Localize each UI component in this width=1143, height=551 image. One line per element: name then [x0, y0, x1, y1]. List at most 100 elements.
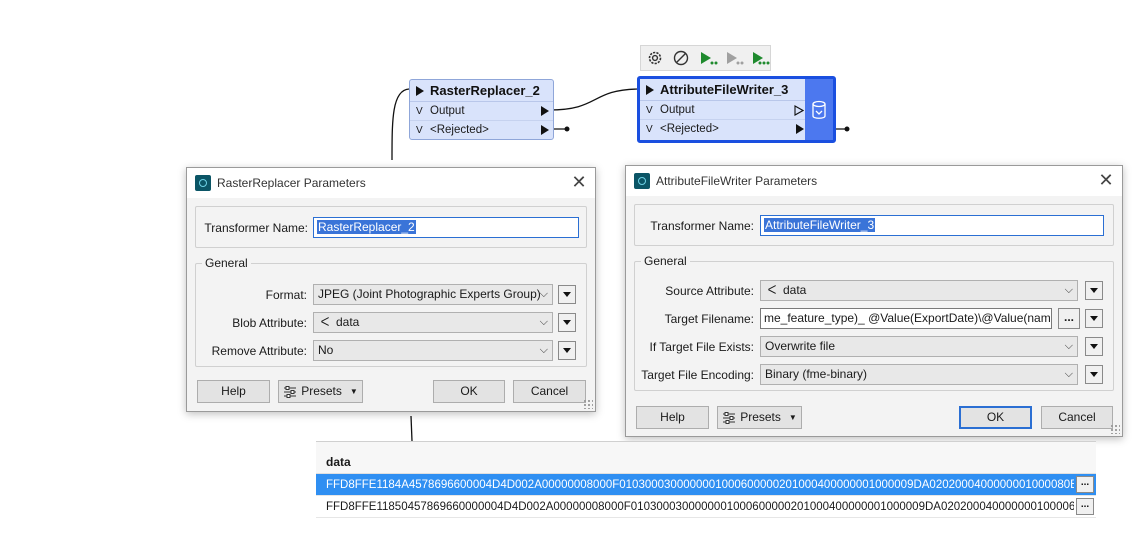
rejected-port[interactable]: V <Rejected> [410, 121, 553, 140]
chevron-down-icon[interactable]: V [416, 121, 423, 140]
transformer-name-input[interactable]: RasterReplacer_2 [313, 217, 579, 238]
input-port-arrow-icon[interactable] [416, 86, 424, 96]
browse-button[interactable]: ... [1058, 308, 1080, 329]
rejected-port[interactable]: V <Rejected> [640, 120, 808, 139]
source-attribute-menu-button[interactable] [1085, 281, 1103, 300]
cancel-button[interactable]: Cancel [1041, 406, 1113, 429]
port-label: Output [660, 104, 695, 116]
output-port[interactable]: V Output [410, 102, 553, 121]
chevron-down-icon[interactable]: V [646, 120, 653, 139]
remove-attribute-select[interactable]: No ⌵ [313, 340, 553, 361]
if-target-file-exists-menu-button[interactable] [1085, 337, 1103, 356]
chevron-down-icon: ⌵ [539, 344, 548, 356]
target-filename-input[interactable]: me_feature_type)_ @Value(ExportDate)\@Va… [760, 308, 1052, 329]
port-label: <Rejected> [430, 124, 489, 136]
transformer-name-group: Transformer Name: AttributeFileWriter_3 [634, 204, 1114, 246]
fme-app-icon [195, 175, 211, 191]
help-button[interactable]: Help [197, 380, 270, 403]
target-file-encoding-select[interactable]: Binary (fme-binary) ⌵ [760, 364, 1078, 385]
input-port-arrow-icon[interactable] [646, 85, 654, 95]
target-file-encoding-label: Target File Encoding: [641, 368, 754, 382]
dialog-title-bar[interactable]: AttributeFileWriter Parameters ✕ [626, 166, 1122, 196]
presets-button[interactable]: Presets ▼ [717, 406, 802, 429]
data-table: data FFD8FFE1184A4578696600004D4D002A000… [316, 441, 1096, 521]
chevron-down-icon: ⌵ [1064, 368, 1073, 380]
attribute-icon: ᐸ [320, 315, 330, 329]
cancel-button[interactable]: Cancel [513, 380, 586, 403]
dropdown-arrow-icon: ▼ [788, 413, 797, 422]
node-toolbar [640, 45, 771, 71]
port-label: <Rejected> [660, 123, 719, 135]
transformer-name-input[interactable]: AttributeFileWriter_3 [760, 215, 1104, 236]
general-group: General Format: JPEG (Joint Photographic… [195, 256, 587, 367]
if-target-file-exists-select[interactable]: Overwrite file ⌵ [760, 336, 1078, 357]
chevron-down-icon: ⌵ [1064, 284, 1073, 296]
node-title: AttributeFileWriter_3 [660, 82, 789, 97]
column-header-data[interactable]: data [316, 442, 1096, 474]
raster-replacer-node[interactable]: RasterReplacer_2 V Output V <Rejected> [409, 79, 554, 140]
chevron-down-icon[interactable]: V [416, 102, 423, 121]
blob-attribute-label: Blob Attribute: [232, 316, 307, 330]
blob-attribute-select[interactable]: ᐸ data ⌵ [313, 312, 553, 333]
presets-icon [284, 385, 297, 398]
raster-replacer-dialog: RasterReplacer Parameters ✕ Transformer … [186, 167, 596, 412]
expand-cell-button[interactable]: ... [1076, 498, 1094, 515]
transformer-name-label: Transformer Name: [650, 219, 754, 233]
general-group: General Source Attribute: ᐸ data ⌵ Target … [634, 254, 1114, 391]
format-menu-button[interactable] [558, 285, 576, 304]
table-row[interactable]: FFD8FFE1184A4578696600004D4D002A00000008… [316, 474, 1096, 496]
resize-grip[interactable] [1110, 424, 1120, 434]
dropdown-arrow-icon: ▼ [349, 387, 358, 396]
chevron-down-icon[interactable]: V [646, 101, 653, 120]
format-select[interactable]: JPEG (Joint Photographic Experts Group) ⌵ [313, 284, 553, 305]
ok-button[interactable]: OK [433, 380, 505, 403]
target-filename-menu-button[interactable] [1085, 309, 1103, 328]
close-icon[interactable]: ✕ [1098, 166, 1114, 196]
output-port[interactable]: V Output [640, 101, 808, 120]
source-attribute-select[interactable]: ᐸ data ⌵ [760, 280, 1078, 301]
general-section-label: General [641, 254, 690, 268]
attribute-file-writer-dialog: AttributeFileWriter Parameters ✕ Transfo… [625, 165, 1123, 437]
gear-icon[interactable] [645, 47, 665, 69]
resize-grip[interactable] [583, 399, 593, 409]
dialog-title-bar[interactable]: RasterReplacer Parameters ✕ [187, 168, 595, 198]
run-just-this-icon[interactable] [750, 47, 770, 69]
run-from-this-icon[interactable] [724, 47, 744, 69]
expand-cell-button[interactable]: ... [1076, 476, 1094, 493]
ok-button[interactable]: OK [959, 406, 1032, 429]
fme-app-icon [634, 173, 650, 189]
general-section-label: General [202, 256, 251, 270]
transformer-name-group: Transformer Name: RasterReplacer_2 [195, 206, 587, 248]
blob-attribute-menu-button[interactable] [558, 313, 576, 332]
close-icon[interactable]: ✕ [571, 168, 587, 198]
table-cell: FFD8FFE11850457869660000004D4D002A000000… [326, 501, 1074, 513]
disable-icon[interactable] [671, 47, 691, 69]
chevron-down-icon: ⌵ [539, 316, 548, 328]
dialog-title: AttributeFileWriter Parameters [656, 174, 818, 188]
target-filename-label: Target Filename: [664, 312, 754, 326]
database-icon [812, 100, 826, 119]
chevron-down-icon: ⌵ [1064, 340, 1073, 352]
node-title: RasterReplacer_2 [430, 83, 540, 98]
if-target-file-exists-label: If Target File Exists: [649, 340, 754, 354]
chevron-down-icon: ⌵ [539, 288, 548, 300]
attribute-file-writer-node[interactable]: AttributeFileWriter_3 V Output V <Reject… [637, 76, 836, 143]
writer-side-panel [805, 79, 833, 140]
output-port-arrow-icon[interactable] [794, 105, 804, 116]
table-row[interactable]: FFD8FFE11850457869660000004D4D002A000000… [316, 496, 1096, 518]
presets-button[interactable]: Presets ▼ [278, 380, 363, 403]
source-attribute-label: Source Attribute: [665, 284, 754, 298]
target-file-encoding-menu-button[interactable] [1085, 365, 1103, 384]
format-label: Format: [265, 288, 307, 302]
transformer-name-label: Transformer Name: [204, 221, 308, 235]
output-port-arrow-icon[interactable] [796, 124, 804, 134]
presets-icon [723, 411, 736, 424]
attribute-icon: ᐸ [767, 283, 777, 297]
output-port-arrow-icon[interactable] [541, 106, 549, 116]
remove-attribute-menu-button[interactable] [558, 341, 576, 360]
output-port-arrow-icon[interactable] [541, 125, 549, 135]
run-to-this-icon[interactable] [697, 47, 717, 69]
help-button[interactable]: Help [636, 406, 709, 429]
table-cell: FFD8FFE1184A4578696600004D4D002A00000008… [326, 479, 1074, 491]
remove-attribute-label: Remove Attribute: [211, 344, 307, 358]
